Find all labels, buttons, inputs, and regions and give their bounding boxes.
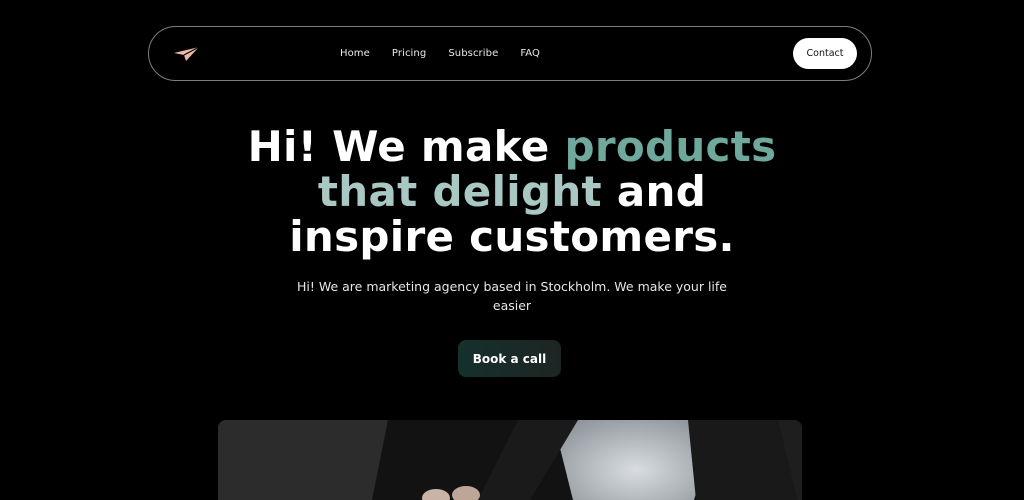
nav-link-faq[interactable]: FAQ [520, 48, 540, 59]
hero-subtitle: Hi! We are marketing agency based in Sto… [297, 279, 727, 313]
landing-page: Home Pricing Subscribe FAQ Contact Hi! W… [0, 0, 1024, 500]
hero-title-text: and [601, 167, 707, 216]
navbar: Home Pricing Subscribe FAQ Contact [148, 26, 872, 81]
hero-title-text: Hi! We make [247, 122, 565, 171]
hero-title-line-3: inspire customers. [289, 212, 735, 261]
hero-title-line-2: that delight and [0, 169, 1024, 214]
nav-link-pricing[interactable]: Pricing [392, 48, 426, 59]
hero-title-accent: that delight [317, 167, 602, 216]
nav-links: Home Pricing Subscribe FAQ [149, 27, 871, 80]
hero-title: Hi! We make products that delight and in… [0, 124, 1024, 259]
hero-title-accent: products [564, 122, 777, 171]
nav-link-subscribe[interactable]: Subscribe [448, 48, 498, 59]
book-a-call-button[interactable]: Book a call [458, 340, 561, 377]
hero-title-line-1: Hi! We make products [0, 124, 1024, 169]
nav-link-home[interactable]: Home [340, 48, 370, 59]
hero-image [218, 420, 802, 500]
contact-button[interactable]: Contact [793, 38, 857, 69]
